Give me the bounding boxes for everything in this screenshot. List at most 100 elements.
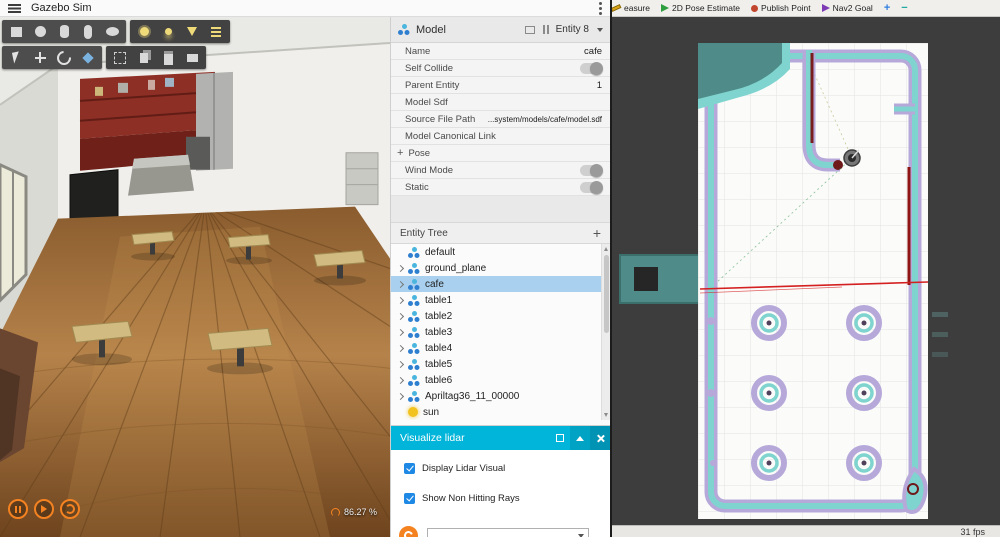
overflow-menu-icon[interactable] bbox=[599, 1, 602, 15]
tree-item-table3[interactable]: table3 bbox=[391, 324, 601, 340]
refresh-topic-button[interactable] bbox=[399, 526, 418, 537]
edit-toolbar bbox=[106, 46, 206, 69]
checkbox-row-display-lidar-visual[interactable]: Display Lidar Visual bbox=[404, 463, 610, 474]
ellipsoid-icon[interactable] bbox=[100, 21, 124, 42]
hamburger-menu-icon[interactable] bbox=[8, 3, 21, 13]
align-icon[interactable] bbox=[108, 47, 132, 68]
nav2-goal-button[interactable]: Nav2 Goal bbox=[817, 2, 878, 14]
rviz-window: easure 2D Pose Estimate Publish Point Nav2 … bbox=[610, 0, 1000, 537]
expand-chevron-icon[interactable] bbox=[396, 360, 405, 368]
tree-item-table2[interactable]: table2 bbox=[391, 308, 601, 324]
publish-point-button[interactable]: Publish Point bbox=[746, 2, 816, 14]
costmap-svg bbox=[612, 17, 1000, 525]
float-panel-button[interactable] bbox=[550, 426, 570, 450]
pause-button[interactable] bbox=[8, 499, 28, 519]
collapse-panel-button[interactable] bbox=[570, 426, 590, 450]
sun-light-icon[interactable] bbox=[132, 21, 156, 42]
translate-icon[interactable] bbox=[28, 47, 52, 68]
checkbox-row-show-non-hitting-rays[interactable]: Show Non Hitting Rays bbox=[404, 493, 610, 504]
expand-chevron-icon[interactable] bbox=[396, 392, 405, 400]
entity-selector[interactable]: Entity 8 bbox=[556, 24, 589, 35]
cylinder-icon[interactable] bbox=[52, 21, 76, 42]
tree-item-default[interactable]: default bbox=[391, 244, 601, 260]
checkbox[interactable] bbox=[404, 463, 415, 474]
step-button[interactable] bbox=[34, 499, 54, 519]
self-collide-toggle[interactable] bbox=[580, 61, 603, 75]
scroll-down-icon[interactable] bbox=[604, 413, 608, 417]
dir-light-icon[interactable] bbox=[204, 21, 228, 42]
property-row-model-sdf: Model Sdf bbox=[391, 94, 610, 111]
tree-item-apriltag36-11-00000[interactable]: Apriltag36_11_00000 bbox=[391, 388, 601, 404]
pose-estimate-button[interactable]: 2D Pose Estimate bbox=[656, 2, 745, 14]
undock-icon[interactable] bbox=[524, 25, 535, 34]
expand-chevron-icon[interactable] bbox=[396, 328, 405, 336]
sphere-icon[interactable] bbox=[28, 21, 52, 42]
rviz-3d-view[interactable] bbox=[612, 17, 1000, 525]
tree-scrollbar[interactable] bbox=[601, 244, 610, 420]
tree-item-label: table4 bbox=[425, 342, 453, 354]
lights-toolbar bbox=[130, 20, 230, 43]
box-icon[interactable] bbox=[4, 21, 28, 42]
expand-icon[interactable]: + bbox=[397, 147, 403, 159]
record-icon[interactable] bbox=[180, 47, 204, 68]
close-panel-button[interactable] bbox=[590, 426, 610, 450]
rtf-button[interactable] bbox=[60, 499, 80, 519]
playback-controls bbox=[8, 499, 80, 519]
lidar-header-buttons bbox=[550, 426, 610, 450]
expand-chevron-icon[interactable] bbox=[396, 344, 405, 352]
paste-icon[interactable] bbox=[156, 47, 180, 68]
wind-mode-toggle[interactable] bbox=[580, 163, 603, 177]
expand-chevron-icon[interactable] bbox=[396, 264, 405, 272]
tree-item-ground-plane[interactable]: ground_plane bbox=[391, 260, 601, 276]
lidar-options: Display Lidar Visual Show Non Hitting Ray… bbox=[391, 463, 610, 504]
entity-tree-list: default ground_plane cafe table1 table2 table… bbox=[391, 244, 601, 420]
expand-chevron-icon[interactable] bbox=[396, 280, 405, 288]
property-label: Parent Entity bbox=[405, 79, 460, 91]
property-value: ...system/models/cafe/model.sdf bbox=[487, 114, 602, 124]
tree-item-cafe[interactable]: cafe bbox=[391, 276, 601, 292]
expand-chevron-icon[interactable] bbox=[396, 376, 405, 384]
button-label: + bbox=[883, 1, 891, 14]
add-entity-button[interactable]: + bbox=[593, 226, 601, 240]
property-value-cell: 1 bbox=[597, 80, 602, 91]
expand-chevron-icon[interactable] bbox=[396, 296, 405, 304]
button-label: Publish Point bbox=[761, 3, 811, 13]
tree-item-table1[interactable]: table1 bbox=[391, 292, 601, 308]
topic-dropdown[interactable] bbox=[427, 528, 589, 537]
tree-item-table5[interactable]: table5 bbox=[391, 356, 601, 372]
capsule-icon[interactable] bbox=[76, 21, 100, 42]
scroll-up-icon[interactable] bbox=[604, 247, 608, 251]
nav2-goal-icon bbox=[821, 4, 830, 12]
scrollbar-thumb[interactable] bbox=[603, 255, 609, 333]
tree-item-label: Apriltag36_11_00000 bbox=[425, 390, 520, 402]
zoom-in-button[interactable]: + bbox=[879, 2, 895, 15]
tree-item-sun[interactable]: sun bbox=[391, 404, 601, 420]
static-toggle[interactable] bbox=[580, 180, 603, 194]
point-light-icon[interactable] bbox=[156, 21, 180, 42]
tree-item-label: table2 bbox=[425, 310, 453, 322]
property-label: Model Canonical Link bbox=[405, 130, 496, 142]
copy-icon[interactable] bbox=[132, 47, 156, 68]
model-icon bbox=[408, 326, 420, 338]
zoom-out-button[interactable]: − bbox=[896, 2, 912, 15]
tree-item-label: table5 bbox=[425, 358, 453, 370]
step-icon bbox=[41, 505, 47, 513]
measure-button[interactable]: easure bbox=[612, 2, 655, 14]
visualize-lidar-header[interactable]: Visualize lidar bbox=[391, 426, 610, 450]
model-icon bbox=[408, 358, 420, 370]
spot-light-icon[interactable] bbox=[180, 21, 204, 42]
select-icon[interactable] bbox=[4, 47, 28, 68]
pause-updates-icon[interactable] bbox=[542, 25, 545, 34]
snap-icon[interactable] bbox=[76, 47, 100, 68]
property-row-source-file-path: Source File Path ...system/models/cafe/mo… bbox=[391, 111, 610, 128]
screen: Gazebo Sim 86.27 % Model Entity 8 Name c… bbox=[0, 0, 1000, 537]
tree-item-table4[interactable]: table4 bbox=[391, 340, 601, 356]
model-icon bbox=[408, 342, 420, 354]
tree-item-label: table3 bbox=[425, 326, 453, 338]
checkbox[interactable] bbox=[404, 493, 415, 504]
rotate-icon[interactable] bbox=[52, 47, 76, 68]
gazebo-viewport[interactable]: 86.27 % bbox=[0, 17, 390, 537]
tree-item-table6[interactable]: table6 bbox=[391, 372, 601, 388]
expand-chevron-icon[interactable] bbox=[396, 312, 405, 320]
model-icon bbox=[408, 262, 420, 274]
